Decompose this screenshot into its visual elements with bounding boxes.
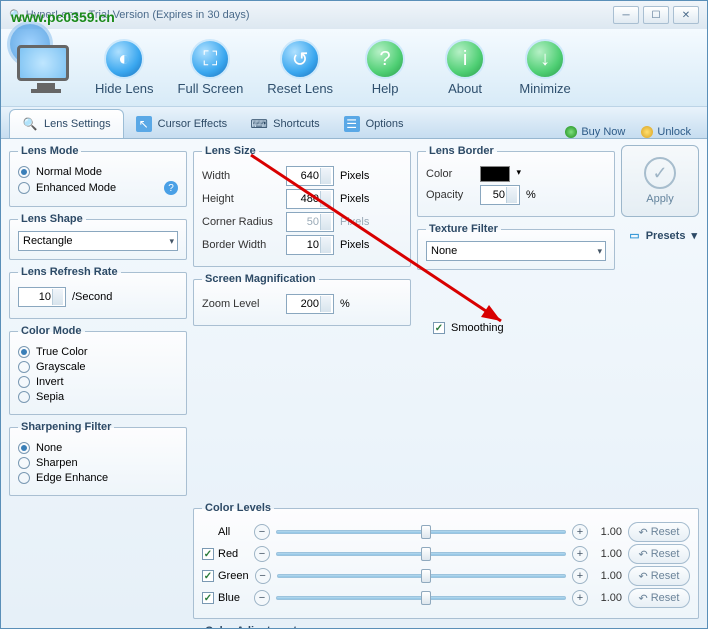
- lens-shape-combo[interactable]: Rectangle: [18, 231, 178, 251]
- sharpen-radio[interactable]: Sharpen: [18, 457, 178, 469]
- invert-radio[interactable]: Invert: [18, 376, 178, 388]
- lens-border-legend: Lens Border: [426, 145, 497, 157]
- red-reset[interactable]: ↶Reset: [628, 544, 690, 564]
- options-icon: ☰: [344, 116, 360, 132]
- undo-icon: ↶: [639, 526, 648, 539]
- magnification-legend: Screen Magnification: [202, 273, 319, 285]
- undo-icon: ↶: [639, 570, 648, 583]
- presets-dropdown[interactable]: ▭Presets▾: [627, 223, 699, 248]
- lens-shape-legend: Lens Shape: [18, 213, 86, 225]
- normal-mode-radio[interactable]: Normal Mode: [18, 166, 178, 178]
- help-icon[interactable]: ?: [164, 181, 178, 195]
- all-slider[interactable]: [276, 525, 566, 539]
- undo-icon: ↶: [639, 548, 648, 561]
- sharpen-legend: Sharpening Filter: [18, 421, 114, 433]
- sharpen-none-radio[interactable]: None: [18, 442, 178, 454]
- full-screen-button[interactable]: ⛶Full Screen: [168, 35, 254, 100]
- lock-icon: [641, 126, 653, 138]
- presets-icon: ▭: [629, 229, 639, 242]
- green-reset[interactable]: ↶Reset: [628, 566, 690, 586]
- blue-reset[interactable]: ↶Reset: [628, 588, 690, 608]
- all-minus[interactable]: −: [254, 524, 270, 540]
- close-window-button[interactable]: ✕: [673, 6, 699, 24]
- magnifier-icon: 🔍: [22, 116, 38, 132]
- blue-minus[interactable]: −: [254, 590, 270, 606]
- minimize-button[interactable]: ↓Minimize: [507, 35, 583, 100]
- blue-slider[interactable]: [276, 591, 566, 605]
- corner-radius-input: 50: [286, 212, 334, 232]
- help-button[interactable]: ?Help: [347, 35, 423, 100]
- unlock-link[interactable]: Unlock: [633, 126, 699, 138]
- refresh-rate-input[interactable]: 10: [18, 287, 66, 307]
- green-plus[interactable]: +: [572, 568, 588, 584]
- smoothing-check[interactable]: Smoothing: [433, 322, 504, 334]
- undo-icon: ↶: [639, 592, 648, 605]
- green-slider[interactable]: [277, 569, 566, 583]
- red-plus[interactable]: +: [572, 546, 588, 562]
- green-minus[interactable]: −: [255, 568, 271, 584]
- enhanced-mode-radio[interactable]: Enhanced Mode?: [18, 181, 178, 195]
- about-button[interactable]: iAbout: [427, 35, 503, 100]
- sepia-radio[interactable]: Sepia: [18, 391, 178, 403]
- maximize-window-button[interactable]: ☐: [643, 6, 669, 24]
- blue-check[interactable]: [202, 592, 214, 604]
- color-levels-legend: Color Levels: [202, 502, 274, 514]
- red-check[interactable]: [202, 548, 214, 560]
- texture-legend: Texture Filter: [426, 223, 501, 235]
- globe-icon: [565, 126, 577, 138]
- true-color-radio[interactable]: True Color: [18, 346, 178, 358]
- red-minus[interactable]: −: [254, 546, 270, 562]
- app-logo-icon: [17, 45, 75, 93]
- texture-filter-combo[interactable]: None: [426, 241, 606, 261]
- all-plus[interactable]: +: [572, 524, 588, 540]
- tab-cursor-effects[interactable]: ↖Cursor Effects: [124, 110, 240, 138]
- zoom-level-input[interactable]: 200: [286, 294, 334, 314]
- chevron-down-icon: ▾: [691, 229, 697, 242]
- tab-options[interactable]: ☰Options: [332, 110, 416, 138]
- green-check[interactable]: [202, 570, 214, 582]
- color-mode-legend: Color Mode: [18, 325, 85, 337]
- buy-now-link[interactable]: Buy Now: [557, 126, 633, 138]
- grayscale-radio[interactable]: Grayscale: [18, 361, 178, 373]
- edge-enhance-radio[interactable]: Edge Enhance: [18, 472, 178, 484]
- opacity-input[interactable]: 50: [480, 185, 520, 205]
- width-input[interactable]: 640: [286, 166, 334, 186]
- lens-size-legend: Lens Size: [202, 145, 259, 157]
- window-title: HyperLens - Trial Version (Expires in 30…: [26, 9, 250, 21]
- cursor-icon: ↖: [136, 116, 152, 132]
- color-adjustments-legend: Color Adjustments: [202, 625, 306, 628]
- all-reset[interactable]: ↶Reset: [628, 522, 690, 542]
- minimize-window-button[interactable]: ─: [613, 6, 639, 24]
- hide-lens-button[interactable]: ◐Hide Lens: [85, 35, 164, 100]
- lens-mode-legend: Lens Mode: [18, 145, 81, 157]
- apply-button[interactable]: ✓Apply: [621, 145, 699, 217]
- border-width-input[interactable]: 10: [286, 235, 334, 255]
- tab-shortcuts[interactable]: ⌨Shortcuts: [239, 110, 331, 138]
- keyboard-icon: ⌨: [251, 116, 267, 132]
- app-icon: 🔍: [9, 9, 23, 22]
- refresh-legend: Lens Refresh Rate: [18, 266, 121, 278]
- reset-lens-button[interactable]: ↺Reset Lens: [257, 35, 343, 100]
- red-slider[interactable]: [276, 547, 566, 561]
- height-input[interactable]: 480: [286, 189, 334, 209]
- tab-lens-settings[interactable]: 🔍Lens Settings: [9, 109, 124, 138]
- check-icon: ✓: [644, 157, 676, 189]
- border-color-picker[interactable]: [480, 166, 510, 182]
- blue-plus[interactable]: +: [572, 590, 588, 606]
